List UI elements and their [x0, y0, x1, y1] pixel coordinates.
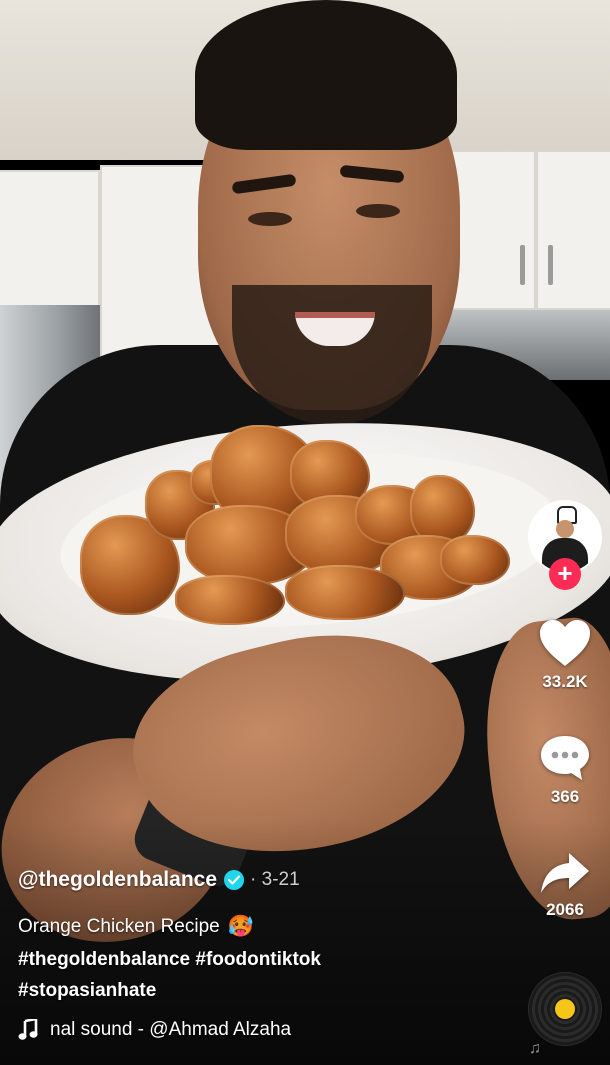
post-caption: @thegoldenbalance · 3-21 Orange Chicken … — [18, 866, 518, 1002]
share-count: 2066 — [546, 900, 584, 919]
person-eye — [248, 212, 292, 226]
comment-count: 366 — [550, 787, 580, 806]
author-username[interactable]: @thegoldenbalance — [18, 868, 217, 892]
post-date: · 3-21 — [250, 869, 300, 890]
sound-row[interactable]: nal sound - @Ahmad Alzaha — [18, 1016, 328, 1044]
creator-avatar[interactable]: + — [528, 500, 602, 590]
person-eye — [356, 204, 400, 218]
like-button[interactable]: 33.2K — [525, 618, 605, 692]
chicken-piece — [440, 535, 510, 585]
like-count: 33.2K — [542, 672, 588, 691]
floating-note-icon: ♫ — [529, 1040, 541, 1057]
hot-face-emoji: 🥵 — [227, 915, 254, 938]
background-cabinet — [536, 150, 610, 310]
chef-face — [556, 520, 574, 538]
share-arrow-icon — [541, 853, 589, 893]
music-disc-icon[interactable] — [528, 972, 602, 1046]
cabinet-handle — [548, 245, 553, 285]
comment-button[interactable]: 366 — [525, 733, 605, 807]
chicken-piece — [285, 565, 405, 620]
share-button[interactable]: 2066 — [525, 850, 605, 920]
chicken-piece — [175, 575, 285, 625]
author-row: @thegoldenbalance · 3-21 — [18, 866, 518, 894]
hashtag-line[interactable]: #stopasianhate — [18, 980, 518, 1002]
verified-check-icon — [224, 870, 245, 890]
sound-name: nal sound - @Ahmad Alzaha — [50, 1019, 292, 1040]
follow-button[interactable]: + — [549, 558, 581, 590]
disc-center — [555, 999, 575, 1019]
music-note-icon — [18, 1019, 38, 1040]
person-hair — [195, 0, 457, 150]
heart-icon — [540, 620, 590, 666]
post-description: Orange Chicken Recipe 🥵 — [18, 915, 518, 939]
hashtag-line[interactable]: #thegoldenbalance #foodontiktok — [18, 949, 518, 971]
comment-bubble-icon — [541, 736, 589, 780]
cabinet-handle — [520, 245, 525, 285]
description-text: Orange Chicken Recipe — [18, 916, 220, 937]
plus-icon: + — [557, 558, 573, 588]
